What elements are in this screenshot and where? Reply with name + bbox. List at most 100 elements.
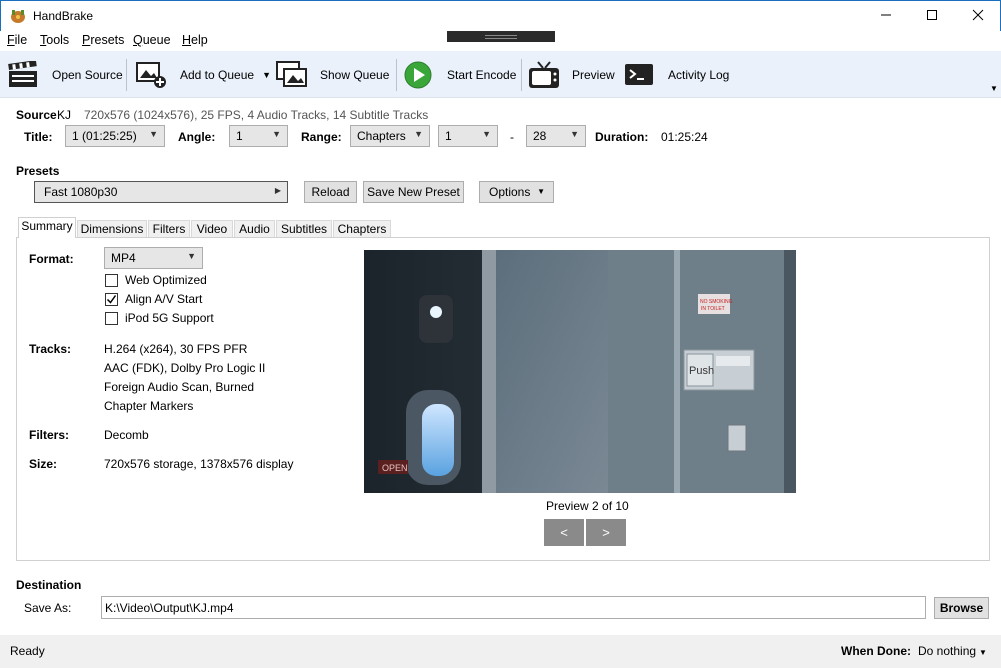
preset-selector[interactable]: Fast 1080p30 ▶ <box>34 181 288 203</box>
options-button[interactable]: Options ▼ <box>479 181 554 203</box>
reload-button[interactable]: Reload <box>304 181 357 203</box>
add-to-queue-label: Add to Queue <box>180 68 255 82</box>
start-encode-button[interactable]: Start Encode <box>404 59 516 91</box>
chevron-down-icon: ▼ <box>149 129 158 139</box>
menu-queue[interactable]: Queue <box>133 33 171 47</box>
toolbar-overflow-icon[interactable]: ▼ <box>990 84 998 93</box>
minimize-button[interactable] <box>863 1 909 31</box>
activity-log-label: Activity Log <box>668 68 730 82</box>
preview-sign-line-2: IN TOILET <box>701 306 725 312</box>
size-label: Size: <box>29 457 58 471</box>
format-select-value: MP4 <box>111 251 136 265</box>
menu-file[interactable]: File <box>7 33 27 47</box>
add-to-queue-icon <box>136 62 166 88</box>
duration-value: 01:25:24 <box>661 130 708 144</box>
browse-button[interactable]: Browse <box>934 597 989 619</box>
toolbar-separator <box>396 59 397 91</box>
preview-label: Preview <box>572 68 615 82</box>
handbrake-app-icon <box>11 10 25 23</box>
range-end-value: 28 <box>533 129 547 143</box>
open-source-button[interactable]: Open Source <box>8 59 123 91</box>
next-preview-button[interactable]: > <box>586 519 626 546</box>
presets-label: Presets <box>16 164 60 178</box>
source-info: 720x576 (1024x576), 25 FPS, 4 Audio Trac… <box>84 108 429 122</box>
title-bar: HandBrake <box>0 0 1001 31</box>
chevron-down-icon: ▼ <box>272 129 281 139</box>
preview-open-text: OPEN <box>382 463 408 473</box>
previous-preview-button[interactable]: < <box>544 519 584 546</box>
caret-down-icon: ▼ <box>537 187 545 196</box>
show-queue-button[interactable]: Show Queue <box>276 59 389 91</box>
preview-image: OPEN NO SMOKING IN TOILET Push <box>364 250 796 493</box>
range-end-select[interactable]: 28 ▼ <box>526 125 586 147</box>
title-select[interactable]: 1 (01:25:25) ▼ <box>65 125 165 147</box>
menu-help[interactable]: Help <box>182 33 208 47</box>
status-text: Ready <box>10 644 45 658</box>
add-to-queue-button[interactable]: Add to Queue ▼ <box>136 59 271 91</box>
tab-filters[interactable]: Filters <box>148 220 190 238</box>
tracks-label: Tracks: <box>29 342 72 356</box>
track-video: H.264 (x264), 30 FPS PFR <box>104 342 248 356</box>
checkbox-box[interactable] <box>105 292 118 306</box>
web-optimized-label: Web Optimized <box>125 273 207 287</box>
align-av-checkbox[interactable]: Align A/V Start <box>105 292 202 306</box>
close-icon <box>972 9 984 21</box>
format-select[interactable]: MP4 ▼ <box>104 247 203 269</box>
align-av-label: Align A/V Start <box>125 292 203 306</box>
when-done-value: Do nothing <box>918 644 977 658</box>
tv-icon <box>529 61 559 88</box>
tab-video[interactable]: Video <box>191 220 233 238</box>
save-as-input[interactable]: K:\Video\Output\KJ.mp4 <box>101 596 926 619</box>
preview-button[interactable]: Preview <box>528 59 615 91</box>
source-label: Source <box>16 108 57 122</box>
tab-dimensions[interactable]: Dimensions <box>77 220 147 238</box>
angle-select-value: 1 <box>236 129 243 143</box>
tab-chapters[interactable]: Chapters <box>333 220 391 238</box>
play-icon <box>404 61 432 89</box>
add-to-queue-dropdown-icon[interactable]: ▼ <box>262 70 271 80</box>
maximize-button[interactable] <box>909 1 955 31</box>
range-label: Range: <box>301 130 342 144</box>
angle-label: Angle: <box>178 130 216 144</box>
toolbar-separator <box>126 59 127 91</box>
title-select-value: 1 (01:25:25) <box>72 129 137 143</box>
activity-log-button[interactable]: Activity Log <box>625 59 729 91</box>
start-encode-label: Start Encode <box>447 68 517 82</box>
menu-presets-label: resets <box>90 33 125 47</box>
when-done-label: When Done: <box>841 644 911 658</box>
clapperboard-icon <box>8 61 37 87</box>
close-button[interactable] <box>955 1 1001 31</box>
options-label: Options <box>489 185 531 199</box>
checkbox-box[interactable] <box>105 273 118 287</box>
filters-value: Decomb <box>104 428 149 442</box>
menu-tools[interactable]: Tools <box>40 33 69 47</box>
duration-label: Duration: <box>595 130 649 144</box>
track-chapters: Chapter Markers <box>104 399 194 413</box>
menu-help-mnemonic: H <box>182 33 192 47</box>
preset-selected-value: Fast 1080p30 <box>44 185 118 199</box>
drag-handle[interactable] <box>447 31 555 42</box>
tab-summary[interactable]: Summary <box>18 217 76 238</box>
range-type-select[interactable]: Chapters ▼ <box>350 125 430 147</box>
angle-select[interactable]: 1 ▼ <box>229 125 288 147</box>
menu-presets[interactable]: Presets <box>82 33 124 47</box>
save-new-preset-button[interactable]: Save New Preset <box>363 181 464 203</box>
show-queue-icon <box>276 61 307 87</box>
tab-audio[interactable]: Audio <box>234 220 275 238</box>
when-done-select[interactable]: Do nothing ▼ <box>918 644 987 658</box>
web-optimized-checkbox[interactable]: Web Optimized <box>105 273 207 287</box>
tab-subtitles[interactable]: Subtitles <box>276 220 332 238</box>
destination-label: Destination <box>16 578 82 592</box>
chevron-down-icon: ▼ <box>979 648 987 657</box>
preview-sign-line-1: NO SMOKING <box>700 299 733 305</box>
range-start-select[interactable]: 1 ▼ <box>438 125 498 147</box>
menu-help-label: elp <box>191 33 208 47</box>
ipod-support-checkbox[interactable]: iPod 5G Support <box>105 311 214 325</box>
menu-tools-label: ools <box>46 33 70 47</box>
show-queue-label: Show Queue <box>320 68 390 82</box>
size-value: 720x576 storage, 1378x576 display <box>104 457 294 471</box>
window-title: HandBrake <box>33 9 94 23</box>
checkbox-box[interactable] <box>105 311 118 325</box>
chevron-down-icon: ▼ <box>187 251 196 261</box>
menu-file-label: ile <box>14 33 28 47</box>
